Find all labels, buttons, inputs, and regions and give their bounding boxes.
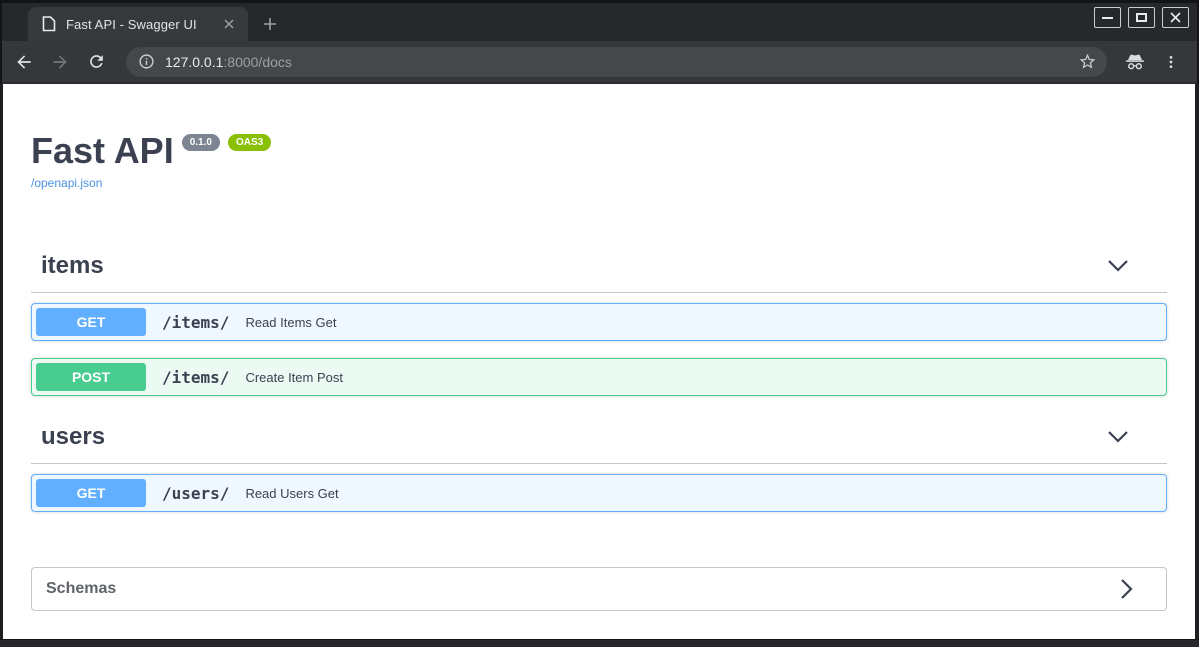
method-badge: GET	[36, 479, 146, 508]
window-controls	[1094, 7, 1189, 28]
page-title: Fast API	[31, 130, 174, 171]
maximize-button[interactable]	[1128, 7, 1155, 28]
browser-toolbar: 127.0.0.1:8000/docs	[0, 41, 1199, 82]
url-host: 127.0.0.1	[165, 53, 224, 70]
operation-summary: Create Item Post	[245, 369, 343, 385]
api-title-row: Fast API 0.1.0 OAS3	[31, 130, 1167, 171]
version-badge: 0.1.0	[181, 134, 220, 151]
operation-get-items[interactable]: GET /items/ Read Items Get	[31, 303, 1167, 342]
tab-strip: Fast API - Swagger UI	[0, 0, 1199, 41]
operation-post-items[interactable]: POST /items/ Create Item Post	[31, 358, 1167, 397]
close-button[interactable]	[1162, 7, 1189, 28]
section-title: users	[41, 423, 106, 451]
section-items-header[interactable]: items	[31, 242, 1167, 294]
method-badge: GET	[36, 308, 146, 337]
forward-button[interactable]	[44, 46, 76, 78]
browser-menu-button[interactable]	[1155, 46, 1187, 78]
chevron-right-icon[interactable]	[1120, 578, 1134, 600]
schemas-title: Schemas	[46, 580, 117, 598]
kebab-menu-icon	[1169, 55, 1173, 68]
close-icon	[1170, 12, 1181, 23]
window-bottom-frame	[0, 639, 1199, 647]
document-icon	[42, 16, 56, 32]
section-items: items GET /items/ Read Items Get POST /i…	[31, 242, 1167, 397]
tab-close-icon[interactable]	[220, 15, 238, 33]
page-content: Fast API 0.1.0 OAS3 /openapi.json items …	[0, 84, 1199, 639]
method-badge: POST	[36, 363, 146, 392]
operation-get-users[interactable]: GET /users/ Read Users Get	[31, 474, 1167, 513]
operation-summary: Read Users Get	[245, 485, 339, 501]
section-title: items	[41, 252, 104, 280]
new-tab-button[interactable]	[256, 10, 284, 38]
url-text[interactable]: 127.0.0.1:8000/docs	[165, 54, 1078, 70]
forward-arrow-icon	[53, 54, 67, 69]
chevron-down-icon[interactable]	[1107, 430, 1129, 444]
maximize-icon	[1136, 13, 1147, 22]
chevron-down-icon[interactable]	[1107, 259, 1129, 273]
url-path: :8000/docs	[223, 53, 292, 70]
operation-path: /items/	[162, 367, 230, 387]
operation-summary: Read Items Get	[245, 314, 337, 330]
schemas-section[interactable]: Schemas	[31, 567, 1167, 612]
back-arrow-icon	[17, 54, 31, 69]
browser-window: Fast API - Swagger UI 127.0.0.1:8000/doc…	[0, 0, 1199, 647]
site-info-icon[interactable]	[138, 53, 155, 70]
back-button[interactable]	[8, 46, 40, 78]
bookmark-star-icon[interactable]	[1078, 52, 1097, 71]
incognito-icon	[1119, 46, 1151, 78]
operation-path: /items/	[162, 312, 230, 332]
minimize-button[interactable]	[1094, 7, 1121, 28]
url-bar[interactable]: 127.0.0.1:8000/docs	[126, 46, 1107, 77]
minimize-icon	[1102, 16, 1113, 19]
operation-path: /users/	[162, 483, 230, 503]
tab-title: Fast API - Swagger UI	[66, 16, 197, 32]
browser-tab[interactable]: Fast API - Swagger UI	[28, 7, 248, 41]
oas3-badge: OAS3	[227, 134, 272, 151]
reload-icon	[89, 55, 103, 68]
section-users: users GET /users/ Read Users Get	[31, 413, 1167, 513]
reload-button[interactable]	[80, 46, 112, 78]
section-users-header[interactable]: users	[31, 413, 1167, 465]
openapi-spec-link[interactable]: /openapi.json	[31, 176, 102, 190]
